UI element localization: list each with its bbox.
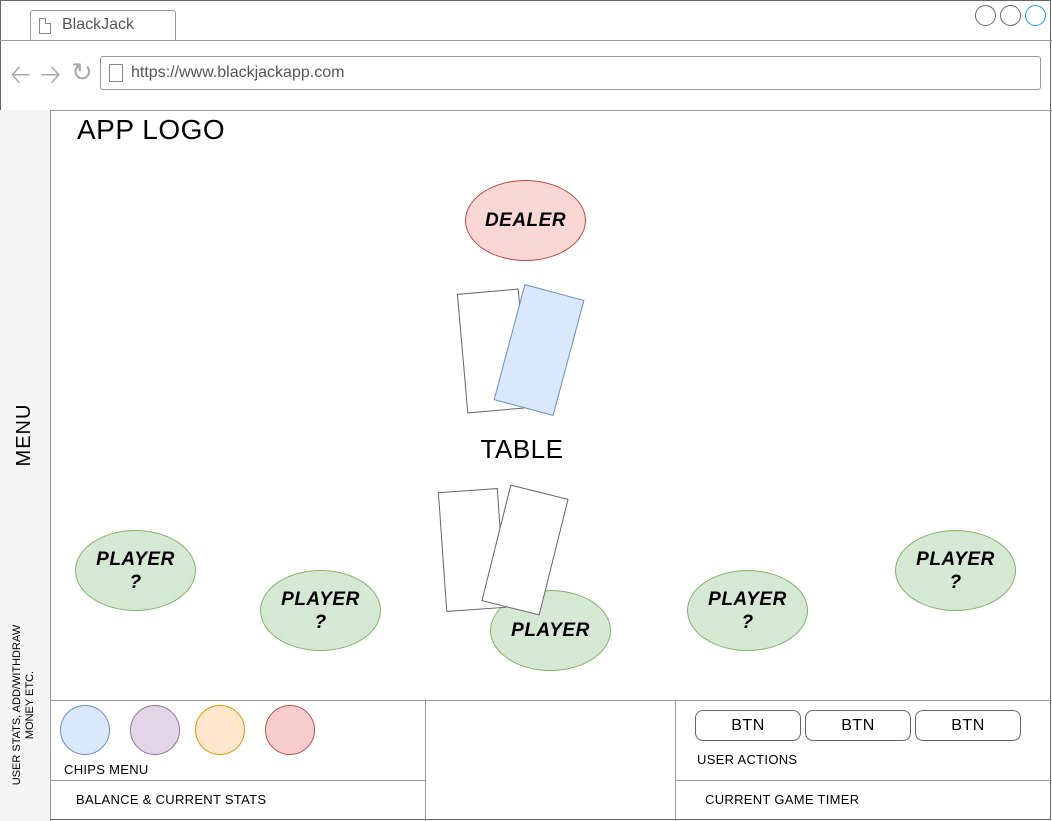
table-label: TABLE <box>480 434 564 464</box>
bottom-panel-divider <box>51 700 1052 701</box>
chip-purple[interactable] <box>130 705 180 755</box>
tab-title: BlackJack <box>62 16 135 33</box>
balance-label: BALANCE & CURRENT STATS <box>76 792 267 807</box>
back-arrow-icon[interactable]: 🡠 <box>10 61 31 87</box>
game-timer-label: CURRENT GAME TIMER <box>705 792 860 807</box>
page-icon <box>109 64 123 82</box>
other-player-seat: PLAYER ? <box>687 570 808 651</box>
minimize-icon[interactable] <box>975 5 996 26</box>
other-player-seat: PLAYER ? <box>260 570 381 651</box>
bottom-panel-divider <box>675 780 1052 781</box>
other-player-label: PLAYER ? <box>96 548 175 593</box>
other-player-label: PLAYER ? <box>708 588 787 633</box>
chrome-divider <box>0 110 1052 111</box>
app-logo: APP LOGO <box>77 114 226 145</box>
action-button[interactable]: BTN <box>915 710 1021 741</box>
bottom-panel-divider <box>425 700 426 821</box>
address-bar[interactable]: https://www.blackjackapp.com <box>100 56 1041 90</box>
action-button[interactable]: BTN <box>695 710 801 741</box>
tabbar-divider <box>0 40 1052 41</box>
other-player-label: PLAYER ? <box>916 548 995 593</box>
page-icon <box>39 18 51 34</box>
user-stats-label[interactable]: USER STATS, ADD/WITHDRAW MONEY ETC. <box>11 608 39 802</box>
other-player-label: PLAYER ? <box>281 588 360 633</box>
other-player-seat: PLAYER ? <box>895 530 1016 611</box>
chip-red[interactable] <box>265 705 315 755</box>
dealer-seat: DEALER <box>465 180 586 261</box>
dealer-label: DEALER <box>484 210 567 231</box>
browser-tab[interactable]: BlackJack <box>30 10 176 41</box>
chip-blue[interactable] <box>60 705 110 755</box>
close-icon[interactable] <box>1025 5 1046 26</box>
url-text: https://www.blackjackapp.com <box>131 64 345 81</box>
bottom-panel-divider <box>675 700 676 821</box>
forward-arrow-icon[interactable]: 🡢 <box>40 61 61 87</box>
reload-icon[interactable]: ↻ <box>71 59 95 85</box>
maximize-icon[interactable] <box>1000 5 1021 26</box>
bottom-panel-divider <box>51 780 426 781</box>
user-actions-label: USER ACTIONS <box>697 752 798 767</box>
other-player-seat: PLAYER ? <box>75 530 196 611</box>
menu-label[interactable]: MENU <box>13 375 37 495</box>
action-button[interactable]: BTN <box>805 710 911 741</box>
chip-orange[interactable] <box>195 705 245 755</box>
chips-menu-label: CHIPS MENU <box>64 762 149 777</box>
player-label: PLAYER <box>511 620 590 641</box>
